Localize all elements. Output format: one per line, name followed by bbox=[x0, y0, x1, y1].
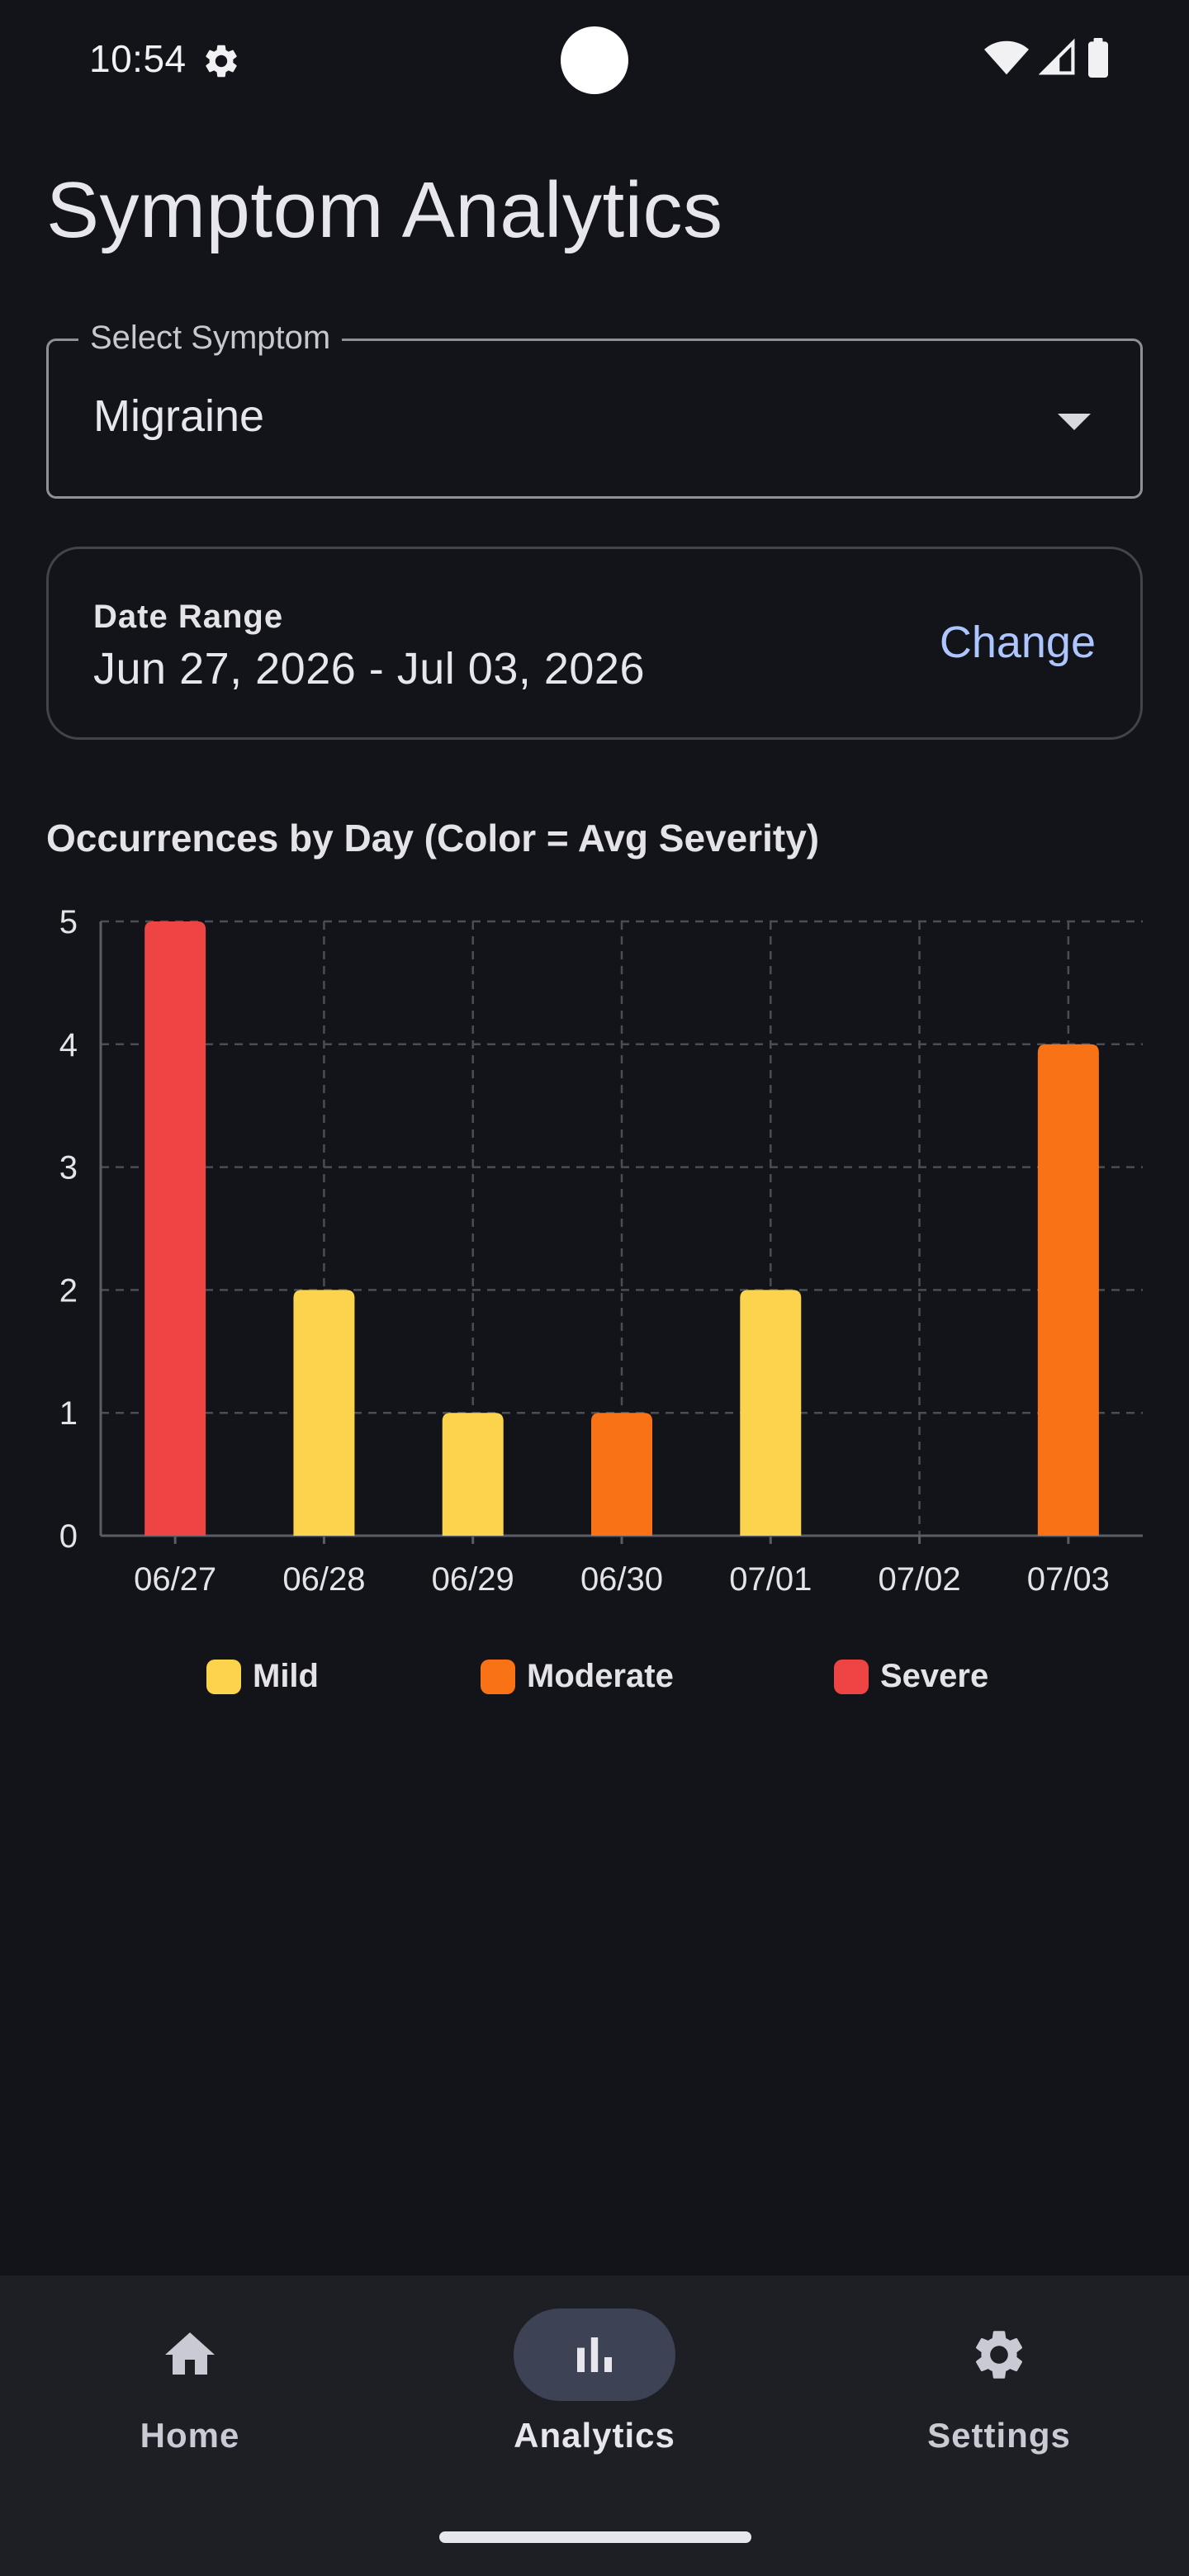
legend-label: Mild bbox=[253, 1658, 319, 1694]
nav-label-analytics: Analytics bbox=[514, 2416, 675, 2455]
bar-07-03 bbox=[1037, 1044, 1099, 1536]
home-indicator bbox=[439, 2531, 751, 2543]
date-range-value: Jun 27, 2026 - Jul 03, 2026 bbox=[93, 644, 645, 694]
y-tick-label: 1 bbox=[59, 1395, 78, 1432]
bar-06-30 bbox=[591, 1413, 652, 1536]
nav-item-home[interactable]: Home bbox=[58, 2308, 322, 2490]
occurrences-bar-chart: 0 1 2 3 4 5 06/27 06/28 06/29 06/30 07/01 07/02 07/0… bbox=[59, 904, 1143, 1598]
nav-label-home: Home bbox=[140, 2416, 240, 2455]
x-tick-label: 06/29 bbox=[432, 1561, 514, 1598]
symptom-select-value: Migraine bbox=[93, 391, 265, 441]
x-tick-label: 06/30 bbox=[580, 1561, 663, 1598]
bar-chart-icon bbox=[577, 2337, 612, 2372]
x-tick-label: 07/02 bbox=[879, 1561, 961, 1598]
bar-06-28 bbox=[293, 1290, 355, 1536]
nav-item-settings[interactable]: Settings bbox=[867, 2308, 1131, 2490]
bar-06-27 bbox=[144, 921, 206, 1536]
y-tick-label: 4 bbox=[59, 1027, 78, 1063]
bar-07-01 bbox=[740, 1290, 802, 1536]
symptom-select-label: Select Symptom bbox=[78, 320, 343, 357]
y-tick-label: 0 bbox=[59, 1518, 78, 1555]
dropdown-arrow-icon[interactable] bbox=[1058, 414, 1091, 430]
legend-item-moderate: Moderate bbox=[481, 1658, 674, 1695]
status-bar: 10:54 bbox=[0, 0, 1189, 116]
settings-icon bbox=[975, 2331, 1023, 2379]
settings-icon bbox=[206, 45, 237, 78]
chart-legend: Mild Moderate Severe bbox=[0, 1658, 1189, 1707]
y-tick-label: 3 bbox=[59, 1150, 78, 1186]
symptom-select[interactable]: Select Symptom Migraine bbox=[46, 320, 1143, 499]
status-time: 10:54 bbox=[89, 37, 187, 80]
legend-item-mild: Mild bbox=[206, 1658, 319, 1695]
nav-label-settings: Settings bbox=[927, 2416, 1071, 2455]
battery-icon bbox=[1088, 38, 1108, 78]
y-tick-label: 2 bbox=[59, 1272, 78, 1309]
legend-swatch bbox=[481, 1659, 515, 1694]
signal-icon bbox=[1039, 38, 1075, 75]
wifi-icon bbox=[984, 40, 1029, 75]
legend-item-severe: Severe bbox=[834, 1658, 988, 1695]
bar-06-29 bbox=[442, 1413, 504, 1536]
date-range-label: Date Range bbox=[93, 599, 284, 635]
legend-label: Moderate bbox=[527, 1658, 674, 1694]
date-range-card: Date Range Jun 27, 2026 - Jul 03, 2026 C… bbox=[46, 547, 1143, 740]
legend-swatch bbox=[206, 1659, 241, 1694]
status-icons bbox=[984, 38, 1110, 78]
change-date-range-button[interactable]: Change bbox=[940, 617, 1096, 668]
chart-title: Occurrences by Day (Color = Avg Severity… bbox=[46, 817, 820, 859]
x-tick-label: 07/01 bbox=[729, 1561, 812, 1598]
legend-label: Severe bbox=[880, 1658, 989, 1694]
nav-item-analytics[interactable]: Analytics bbox=[462, 2308, 727, 2490]
x-tick-label: 07/03 bbox=[1027, 1561, 1110, 1598]
y-tick-label: 5 bbox=[59, 904, 78, 940]
camera-cutout bbox=[561, 26, 628, 94]
page-title: Symptom Analytics bbox=[46, 166, 723, 254]
legend-swatch bbox=[834, 1659, 869, 1694]
x-tick-label: 06/28 bbox=[282, 1561, 365, 1598]
x-tick-label: 06/27 bbox=[134, 1561, 216, 1598]
home-icon bbox=[165, 2332, 215, 2375]
